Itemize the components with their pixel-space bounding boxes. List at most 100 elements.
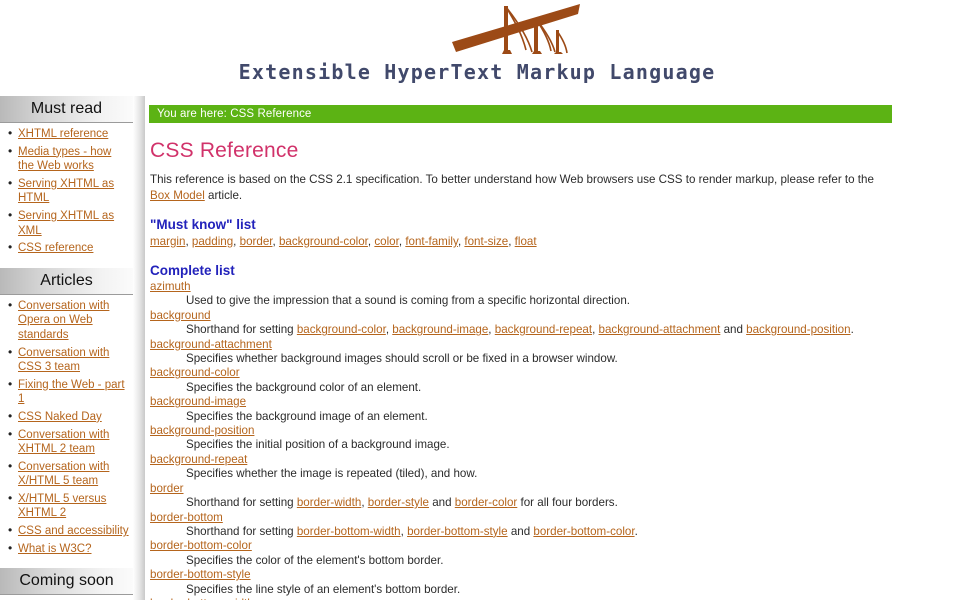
sidebar-item-link[interactable]: CSS reference: [18, 242, 93, 254]
property-description-text: Specifies whether the image is repeated …: [186, 467, 478, 481]
sidebar-item-link[interactable]: Conversation with X/HTML 5 team: [18, 461, 109, 488]
sidebar-item[interactable]: CSS Naked Day: [8, 409, 129, 425]
property-description-text: .: [634, 524, 638, 538]
sidebar-section-heading: Articles: [0, 267, 133, 295]
property-term[interactable]: background: [150, 309, 944, 323]
bridge-logo: [452, 2, 582, 57]
sidebar-item-link[interactable]: XHTML reference: [18, 128, 108, 140]
property-term[interactable]: background-position: [150, 424, 944, 438]
sidebar-item-link[interactable]: Conversation with CSS 3 team: [18, 347, 109, 374]
property-term-link[interactable]: border-bottom-style: [150, 568, 251, 581]
property-description: Shorthand for setting background-color, …: [186, 323, 944, 337]
property-term[interactable]: background-repeat: [150, 453, 944, 467]
property-term[interactable]: border-bottom-style: [150, 568, 944, 582]
sidebar-item[interactable]: Media types - how the Web works: [8, 144, 129, 174]
property-term-link[interactable]: background-position: [150, 424, 254, 437]
property-term[interactable]: border-bottom-color: [150, 539, 944, 553]
sidebar-item[interactable]: Serving XHTML as HTML: [8, 176, 129, 206]
must-know-list: margin, padding, border, background-colo…: [150, 234, 944, 249]
box-model-link[interactable]: Box Model: [150, 189, 205, 202]
sidebar-item[interactable]: Fixing the Web - part 1: [8, 377, 129, 407]
property-term-link[interactable]: background: [150, 309, 211, 322]
property-reference-link[interactable]: border-color: [455, 496, 518, 509]
property-reference-link[interactable]: border-width: [297, 496, 361, 509]
property-description-text: Specifies the color of the element's bot…: [186, 553, 444, 567]
sidebar-item[interactable]: What is W3C?: [8, 541, 129, 557]
property-description-text: for all four borders.: [517, 496, 618, 510]
sidebar-item[interactable]: XHTML reference: [8, 126, 129, 142]
page-columns: Must read XHTML reference Media types - ho…: [0, 96, 954, 600]
property-description-text: Shorthand for setting: [186, 323, 297, 337]
sidebar-item-link[interactable]: Conversation with Opera on Web standards: [18, 300, 109, 341]
property-term[interactable]: azimuth: [150, 280, 944, 294]
sidebar-item[interactable]: CSS reference: [8, 240, 129, 256]
property-term-link[interactable]: background-image: [150, 395, 246, 408]
property-term[interactable]: background-attachment: [150, 338, 944, 352]
sidebar-item-link[interactable]: Conversation with XHTML 2 team: [18, 429, 109, 456]
site-title: Extensible HyperText Markup Language: [238, 60, 716, 84]
property-reference-link[interactable]: background-color: [297, 323, 386, 336]
sidebar-item-link[interactable]: Media types - how the Web works: [18, 146, 111, 173]
property-reference-link[interactable]: border-bottom-style: [407, 525, 508, 538]
property-reference-link[interactable]: background-position: [746, 323, 850, 336]
property-term-link[interactable]: background-repeat: [150, 453, 247, 466]
sidebar-item[interactable]: Conversation with XHTML 2 team: [8, 426, 129, 457]
property-term-link[interactable]: azimuth: [150, 280, 191, 293]
property-term[interactable]: background-color: [150, 366, 944, 380]
must-know-link[interactable]: font-family: [405, 235, 458, 248]
must-know-link[interactable]: float: [515, 235, 537, 248]
property-description-text: Specifies the initial position of a back…: [186, 438, 450, 452]
property-term-link[interactable]: background-attachment: [150, 338, 272, 351]
must-know-heading: "Must know" list: [150, 217, 256, 232]
main-content: You are here: CSS Reference CSS Referenc…: [145, 96, 954, 600]
property-term[interactable]: border-bottom: [150, 511, 944, 525]
page-title: CSS Reference: [150, 139, 299, 162]
must-know-link[interactable]: padding: [192, 235, 233, 248]
property-reference-link[interactable]: background-attachment: [599, 323, 721, 336]
sidebar-item[interactable]: Conversation with CSS 3 team: [8, 345, 129, 375]
sidebar-item[interactable]: X/HTML 5 versus XHTML 2: [8, 491, 129, 521]
property-term-link[interactable]: border-bottom: [150, 511, 223, 524]
property-description-text: Shorthand for setting: [186, 496, 297, 510]
property-description-text: and: [720, 323, 747, 337]
sidebar-item-link[interactable]: CSS Naked Day: [18, 411, 102, 423]
sidebar-section-list: XHTML reference Media types - how the Web…: [0, 126, 133, 256]
property-term-link[interactable]: border-bottom-color: [150, 539, 252, 552]
breadcrumb[interactable]: You are here: CSS Reference: [149, 105, 892, 123]
sidebar-section-list: Conversation with Opera on Web standards…: [0, 298, 133, 557]
sidebar-item-link[interactable]: Serving XHTML as XML: [18, 210, 114, 237]
must-know-link[interactable]: border: [240, 235, 273, 248]
property-reference-link[interactable]: background-repeat: [495, 323, 592, 336]
sidebar-item-link[interactable]: CSS and accessibility: [18, 525, 129, 537]
property-description: Specifies the color of the element's bot…: [186, 554, 944, 568]
sidebar-item-link[interactable]: What is W3C?: [18, 543, 92, 555]
property-description: Specifies the initial position of a back…: [186, 438, 944, 452]
property-reference-link[interactable]: border-bottom-color: [533, 525, 634, 538]
sidebar-item[interactable]: Conversation with Opera on Web standards: [8, 298, 129, 343]
property-reference-link[interactable]: border-style: [368, 496, 429, 509]
property-term[interactable]: border: [150, 482, 944, 496]
site-masthead: Extensible HyperText Markup Language: [0, 0, 954, 96]
must-know-link[interactable]: font-size: [464, 235, 508, 248]
must-know-link[interactable]: margin: [150, 235, 185, 248]
must-know-link[interactable]: background-color: [279, 235, 368, 248]
content-body: CSS Reference This reference is based on…: [145, 123, 954, 600]
property-term[interactable]: background-image: [150, 395, 944, 409]
property-description: Shorthand for setting border-width, bord…: [186, 496, 944, 510]
sidebar-item-link[interactable]: X/HTML 5 versus XHTML 2: [18, 493, 106, 520]
sidebar-item-link[interactable]: Fixing the Web - part 1: [18, 379, 125, 406]
sidebar-item[interactable]: Conversation with X/HTML 5 team: [8, 459, 129, 489]
property-term-link[interactable]: background-color: [150, 366, 240, 379]
sidebar-item-link[interactable]: Serving XHTML as HTML: [18, 178, 114, 205]
property-reference-link[interactable]: border-bottom-width: [297, 525, 401, 538]
must-know-link[interactable]: color: [374, 235, 399, 248]
property-reference-link[interactable]: background-image: [392, 323, 488, 336]
sidebar-item[interactable]: Serving XHTML as XML: [8, 208, 129, 238]
property-term-link[interactable]: border: [150, 482, 184, 495]
property-description: Specifies whether background images shou…: [186, 352, 944, 366]
intro-paragraph: This reference is based on the CSS 2.1 s…: [150, 172, 892, 203]
property-description-text: Specifies the background image of an ele…: [186, 409, 428, 423]
property-description-text: Specifies the background color of an ele…: [186, 380, 422, 394]
sidebar-item[interactable]: CSS and accessibility: [8, 523, 129, 539]
property-description-text: Shorthand for setting: [186, 524, 297, 538]
